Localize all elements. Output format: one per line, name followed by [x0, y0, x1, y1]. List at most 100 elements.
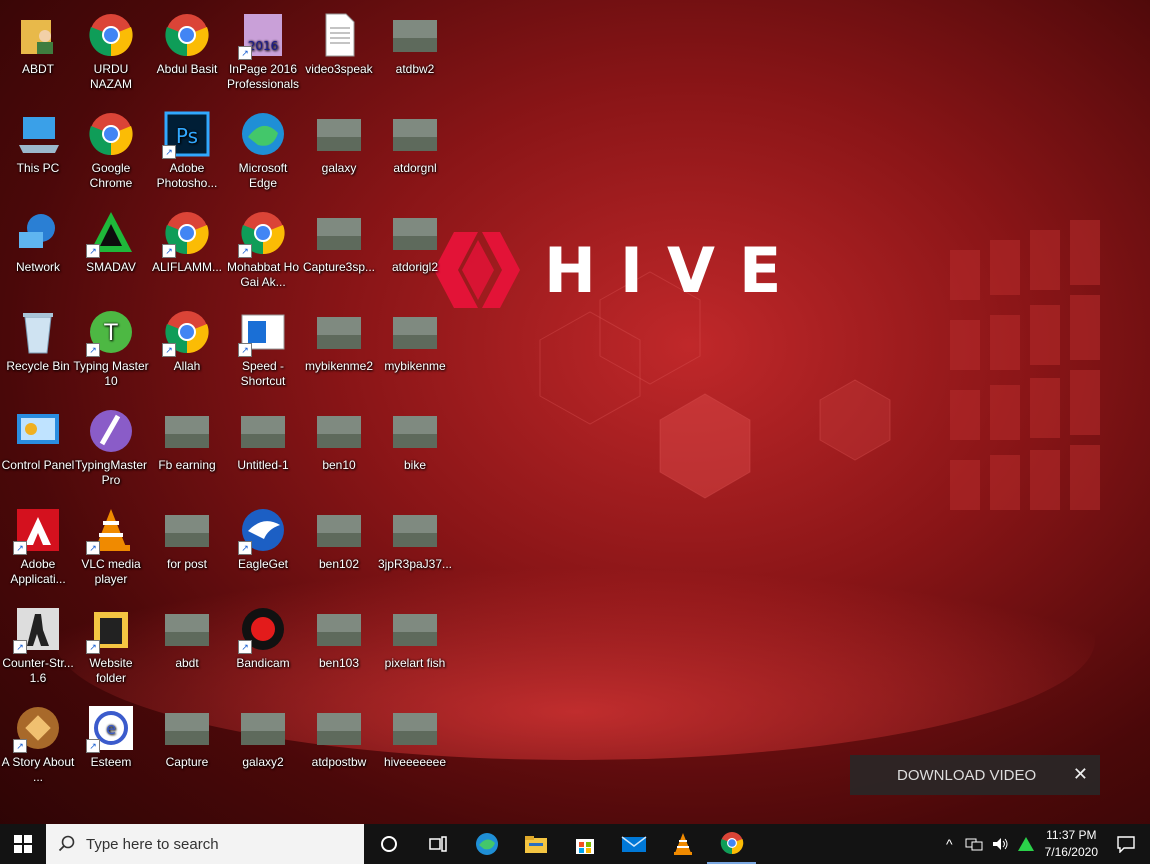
desktop-icon[interactable]: bike — [377, 400, 453, 494]
adobe-icon: ↗ — [13, 507, 61, 555]
image-thumbnail-icon — [392, 606, 438, 652]
desktop-icon[interactable]: ben102 — [301, 499, 377, 593]
desktop-icon[interactable]: Untitled-1 — [225, 400, 301, 494]
image-thumbnail-icon — [164, 606, 210, 652]
desktop-icon[interactable]: ↗ SMADAV — [73, 202, 149, 296]
desktop-icon[interactable]: atdpostbw — [301, 697, 377, 791]
folder-icon: ↗ — [86, 606, 134, 654]
shortcut-arrow-icon: ↗ — [238, 640, 252, 654]
system-tray: ^ 11:37 PM 7/16/2020 — [938, 824, 1150, 864]
desktop-icon[interactable]: atdbw2 — [377, 4, 453, 98]
desktop-icon[interactable]: Ps ↗ Adobe Photosho... — [149, 103, 225, 197]
desktop-icon[interactable]: ↗ ALIFLAMM... — [149, 202, 225, 296]
desktop-icon[interactable]: mybikenme — [377, 301, 453, 395]
desktop-icon[interactable]: Control Panel — [0, 400, 76, 494]
desktop-icon[interactable]: ↗ A Story About ... — [0, 697, 76, 791]
desktop-icon[interactable]: atdorigl2 — [377, 202, 453, 296]
desktop-icon[interactable]: T ↗ Typing Master 10 — [73, 301, 149, 395]
desktop-icon[interactable]: Fb earning — [149, 400, 225, 494]
image-thumbnail-icon — [392, 309, 438, 355]
smadav-tray-icon[interactable] — [1017, 836, 1035, 852]
image-thumbnail-icon — [164, 507, 210, 553]
desktop-icon[interactable]: ben10 — [301, 400, 377, 494]
desktop-icon[interactable]: pixelart fish — [377, 598, 453, 692]
image-thumbnail-icon — [392, 408, 438, 454]
image-thumbnail-icon — [316, 606, 362, 652]
close-icon[interactable]: ✕ — [1073, 764, 1088, 785]
taskbar-edge[interactable] — [462, 824, 511, 864]
desktop-icon[interactable]: Microsoft Edge — [225, 103, 301, 197]
desktop-icon[interactable]: abdt — [149, 598, 225, 692]
desktop-icon[interactable]: ↗ Allah — [149, 301, 225, 395]
desktop-icon[interactable]: ABDT — [0, 4, 76, 98]
desktop-icon-label: Capture3sp... — [302, 260, 376, 274]
desktop-icon[interactable]: ↗ VLC media player — [73, 499, 149, 593]
image-thumbnail-icon — [392, 507, 438, 553]
control-panel-icon — [15, 408, 61, 454]
desktop-icon-label: Typing Master 10 — [73, 359, 149, 388]
desktop-icon[interactable]: URDU NAZAM — [73, 4, 149, 98]
image-thumbnail-icon — [316, 507, 362, 553]
desktop-icon[interactable]: ↗ Website folder — [73, 598, 149, 692]
desktop-icon[interactable]: TypingMaster Pro — [73, 400, 149, 494]
taskbar-vlc[interactable] — [658, 824, 707, 864]
desktop-icon[interactable]: Capture — [149, 697, 225, 791]
desktop-icon[interactable]: ↗ Adobe Applicati... — [0, 499, 76, 593]
desktop-icon-label: atdpostbw — [311, 755, 367, 769]
image-thumbnail-icon — [392, 210, 438, 256]
image-thumbnail-icon — [316, 210, 362, 256]
desktop-icon[interactable]: atdorgnl — [377, 103, 453, 197]
desktop-icon[interactable]: 3jpR3paJ37... — [377, 499, 453, 593]
desktop-icon[interactable]: galaxy2 — [225, 697, 301, 791]
desktop-icon[interactable]: e ↗ Esteem — [73, 697, 149, 791]
image-thumbnail-icon — [316, 111, 362, 157]
desktop-icon[interactable]: Capture3sp... — [301, 202, 377, 296]
chevron-up-icon[interactable]: ^ — [946, 836, 953, 852]
start-button[interactable] — [0, 824, 46, 864]
desktop-icon-label: A Story About ... — [1, 755, 75, 784]
desktop-icon[interactable]: ↗ Speed - Shortcut — [225, 301, 301, 395]
vlc-icon — [673, 833, 692, 855]
desktop-icon-label: bike — [403, 458, 426, 472]
svg-text:e: e — [106, 719, 116, 738]
taskbar-mail[interactable] — [609, 824, 658, 864]
desktop-icon[interactable]: for post — [149, 499, 225, 593]
taskbar-store[interactable] — [560, 824, 609, 864]
text-document-icon — [316, 12, 362, 58]
desktop-icon[interactable]: 2016 ↗ InPage 2016 Professionals — [225, 4, 301, 98]
taskbar-chrome[interactable] — [707, 824, 756, 864]
desktop-icon[interactable]: ↗ Mohabbat Ho Gai Ak... — [225, 202, 301, 296]
network-icon[interactable] — [965, 836, 983, 852]
download-video-banner[interactable]: DOWNLOAD VIDEO ✕ — [850, 755, 1100, 795]
desktop-icon[interactable]: hiveeeeeee — [377, 697, 453, 791]
desktop-icon[interactable]: Network — [0, 202, 76, 296]
volume-icon[interactable] — [991, 836, 1009, 852]
desktop-icon[interactable]: Recycle Bin — [0, 301, 76, 395]
taskbar-file-explorer[interactable] — [511, 824, 560, 864]
desktop-icon[interactable]: Google Chrome — [73, 103, 149, 197]
shortcut-arrow-icon: ↗ — [238, 343, 252, 357]
desktop-icon-label: This PC — [16, 161, 60, 175]
desktop-icon[interactable]: Abdul Basit — [149, 4, 225, 98]
taskbar: Type here to search ^ 11:37 PM 7/16/2020 — [0, 824, 1150, 864]
task-view-button[interactable] — [413, 824, 462, 864]
clock[interactable]: 11:37 PM 7/16/2020 — [1045, 827, 1098, 861]
desktop-icon-label: Network — [15, 260, 60, 274]
desktop-icon[interactable]: galaxy — [301, 103, 377, 197]
desktop-icon-label: galaxy — [321, 161, 357, 175]
desktop-icon-label: mybikenme — [384, 359, 446, 373]
shortcut-arrow-icon: ↗ — [162, 343, 176, 357]
desktop-icon[interactable]: mybikenme2 — [301, 301, 377, 395]
desktop-icon[interactable]: ↗ Counter-Str... 1.6 — [0, 598, 76, 692]
taskbar-search-box[interactable]: Type here to search — [46, 824, 364, 864]
desktop-icon-label: mybikenme2 — [304, 359, 374, 373]
desktop-icon[interactable]: ↗ EagleGet — [225, 499, 301, 593]
desktop-icon[interactable]: video3speak — [301, 4, 377, 98]
download-video-label[interactable]: DOWNLOAD VIDEO — [897, 767, 1036, 784]
desktop-icon[interactable]: This PC — [0, 103, 76, 197]
cortana-button[interactable] — [364, 824, 413, 864]
desktop-icon[interactable]: ↗ Bandicam — [225, 598, 301, 692]
action-center-icon[interactable] — [1116, 835, 1136, 853]
desktop-icon-label: galaxy2 — [242, 755, 284, 769]
desktop-icon[interactable]: ben103 — [301, 598, 377, 692]
